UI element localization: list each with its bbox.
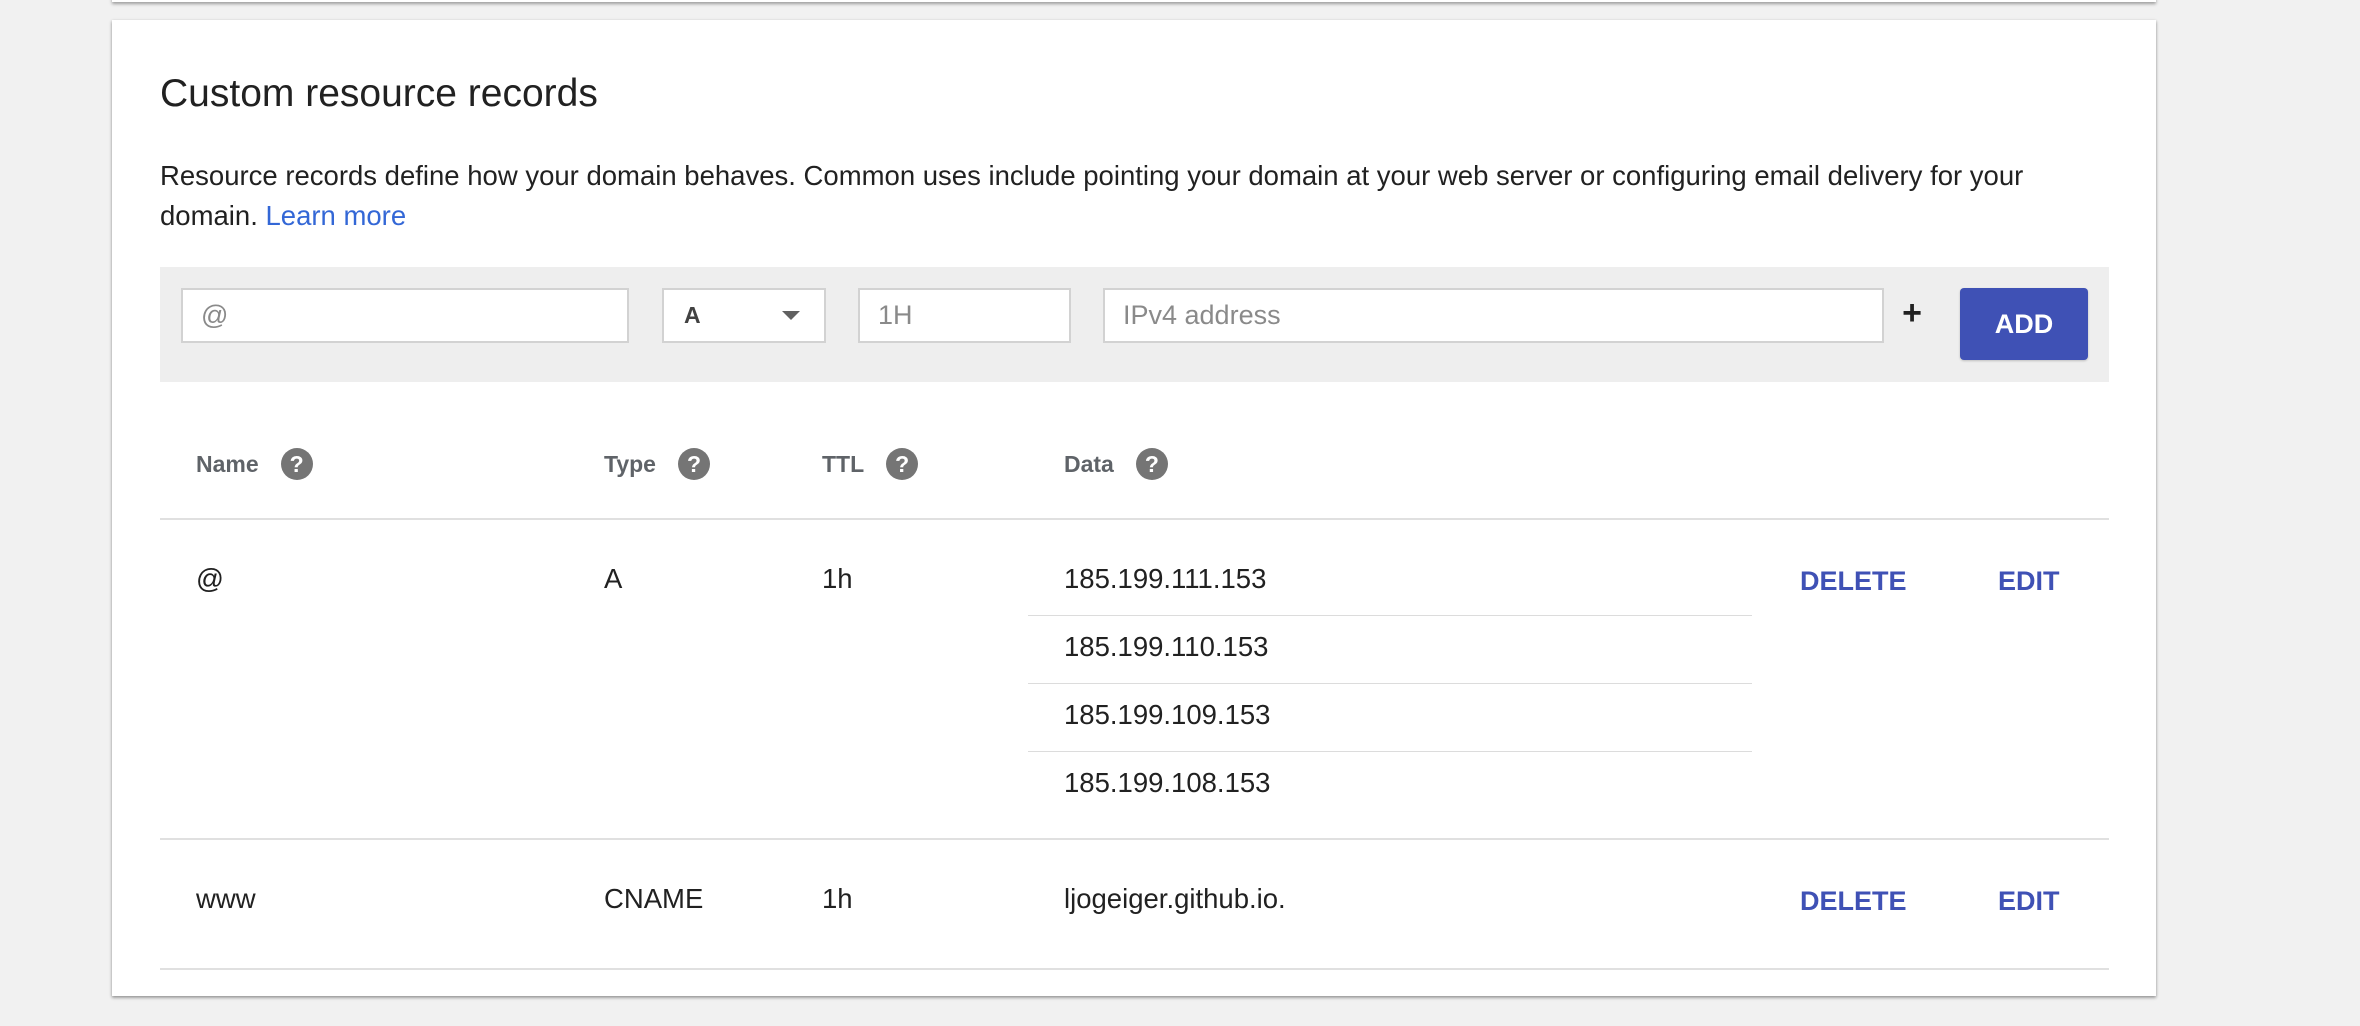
record-type: CNAME xyxy=(604,883,704,914)
column-header-type: Type ? xyxy=(604,448,710,480)
type-select-value: A xyxy=(684,302,701,328)
record-data-item: 185.199.109.153 xyxy=(1028,684,1752,752)
previous-card xyxy=(112,0,2156,2)
help-circle-icon[interactable]: ? xyxy=(1135,448,1168,480)
table-header: Name ? Type ? TTL ? Data ? xyxy=(160,420,2109,520)
record-name: @ xyxy=(196,563,224,594)
record-data-list: 185.199.111.153 185.199.110.153 185.199.… xyxy=(1028,548,1752,820)
record-type: A xyxy=(604,563,623,594)
edit-button[interactable]: EDIT xyxy=(1998,566,2060,597)
add-button[interactable]: ADD xyxy=(1960,288,2088,360)
record-data-item: 185.199.110.153 xyxy=(1028,616,1752,684)
help-circle-icon[interactable]: ? xyxy=(886,448,919,480)
column-header-ttl: TTL ? xyxy=(822,448,919,480)
custom-resource-records-card: Custom resource records Resource records… xyxy=(112,20,2156,996)
column-header-data: Data ? xyxy=(1064,448,1168,480)
data-input[interactable] xyxy=(1103,288,1884,343)
column-label-name: Name xyxy=(196,450,259,477)
add-record-form: A + ADD xyxy=(160,267,2109,382)
record-ttl: 1h xyxy=(822,563,853,594)
delete-button[interactable]: DELETE xyxy=(1800,886,1907,917)
edit-button[interactable]: EDIT xyxy=(1998,886,2060,917)
description-text: Resource records define how your domain … xyxy=(160,160,2024,231)
chevron-down-icon xyxy=(782,311,800,320)
record-data-item: 185.199.108.153 xyxy=(1064,767,1271,798)
learn-more-link[interactable]: Learn more xyxy=(265,200,406,231)
column-header-name: Name ? xyxy=(196,448,313,480)
delete-button[interactable]: DELETE xyxy=(1800,566,1907,597)
section-title: Custom resource records xyxy=(160,72,598,115)
plus-icon[interactable]: + xyxy=(1897,293,1927,333)
record-data: ljogeiger.github.io. xyxy=(1064,883,1286,914)
record-ttl: 1h xyxy=(822,883,853,914)
section-description: Resource records define how your domain … xyxy=(160,156,2090,236)
record-data-item: 185.199.111.153 xyxy=(1028,548,1752,616)
column-label-data: Data xyxy=(1064,450,1114,477)
name-input[interactable] xyxy=(181,288,629,343)
table-row: @ A 1h 185.199.111.153 185.199.110.153 1… xyxy=(160,520,2109,840)
table-row: www CNAME 1h ljogeiger.github.io. DELETE… xyxy=(160,840,2109,970)
type-select[interactable]: A xyxy=(662,288,826,343)
record-name: www xyxy=(196,883,256,914)
help-circle-icon[interactable]: ? xyxy=(677,448,710,480)
column-label-type: Type xyxy=(604,450,656,477)
column-label-ttl: TTL xyxy=(822,450,865,477)
ttl-input[interactable] xyxy=(858,288,1071,343)
help-circle-icon[interactable]: ? xyxy=(280,448,313,480)
